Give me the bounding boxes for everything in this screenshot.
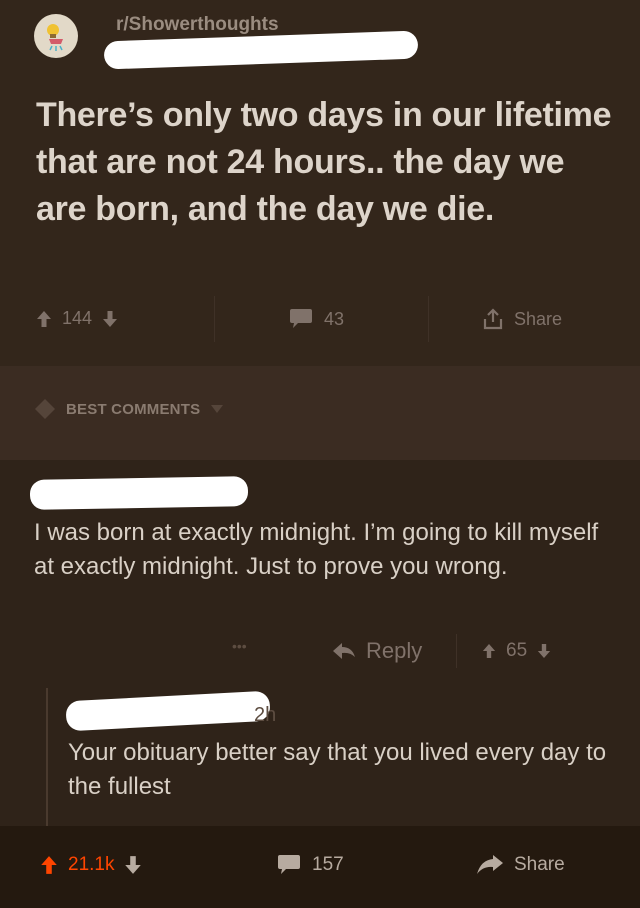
more-options-icon[interactable]: •••	[232, 638, 247, 654]
post-title[interactable]: There’s only two days in our lifetime th…	[36, 92, 616, 233]
bottom-score: 21.1k	[68, 854, 115, 875]
downvote-icon[interactable]	[537, 642, 551, 660]
upvote-icon[interactable]	[36, 310, 52, 328]
redaction-mark	[29, 476, 249, 510]
bottom-comments-button[interactable]: 157	[276, 854, 344, 876]
reply-age: 2h	[254, 704, 277, 726]
bottom-action-bar: 21.1k 157 Share	[0, 826, 640, 908]
bottom-share-label: Share	[514, 854, 565, 875]
reply-arrow-icon	[333, 643, 355, 659]
post-action-bar: 144 43 Share	[0, 290, 640, 350]
upvote-icon[interactable]	[40, 855, 58, 875]
reply-comment: 2h Your obituary better say that you liv…	[46, 688, 640, 826]
reply-button[interactable]: Reply	[332, 638, 422, 664]
redaction-mark	[103, 30, 419, 70]
share-arrow-icon	[477, 855, 503, 874]
action-divider	[456, 634, 457, 668]
share-icon	[483, 308, 503, 330]
comment-body: I was born at exactly midnight. I’m goin…	[34, 519, 599, 580]
comment-score: 65	[506, 640, 528, 661]
comment-sort-bar: BEST COMMENTS	[0, 366, 640, 460]
post-score: 144	[62, 308, 93, 328]
subreddit-avatar[interactable]	[34, 14, 78, 58]
post-card: r/Showerthoughts There’s only two days i…	[0, 0, 640, 366]
comment-bubble-icon	[290, 309, 312, 328]
upvote-icon[interactable]	[482, 642, 496, 660]
comment-sort-dropdown[interactable]: BEST COMMENTS	[34, 398, 224, 420]
post-share-button[interactable]: Share	[482, 308, 562, 330]
shower-icon	[40, 20, 72, 52]
comment-action-bar: ••• Reply 65	[0, 632, 640, 672]
rocket-icon	[35, 399, 55, 419]
subreddit-name[interactable]: r/Showerthoughts	[116, 14, 279, 36]
post-comment-count: 43	[324, 308, 345, 329]
downvote-icon[interactable]	[102, 310, 118, 328]
chevron-down-icon	[211, 405, 224, 413]
vote-group: 144	[36, 308, 118, 329]
comments-button[interactable]: 43	[288, 308, 344, 330]
bottom-share-button[interactable]: Share	[476, 854, 565, 876]
comment-vote-group: 65	[482, 640, 551, 662]
action-divider	[428, 296, 429, 342]
comment-sort-label: BEST COMMENTS	[66, 400, 201, 418]
reply-body: Your obituary better say that you lived …	[68, 739, 607, 800]
downvote-icon[interactable]	[124, 855, 142, 875]
comment: I was born at exactly midnight. I’m goin…	[0, 460, 640, 826]
comment-bubble-icon	[278, 855, 300, 874]
action-divider	[214, 296, 215, 342]
post-share-label: Share	[514, 308, 563, 329]
bottom-vote-group: 21.1k	[40, 854, 142, 876]
reply-label: Reply	[366, 638, 423, 663]
bottom-comment-count: 157	[312, 854, 344, 875]
redaction-mark	[65, 690, 271, 732]
